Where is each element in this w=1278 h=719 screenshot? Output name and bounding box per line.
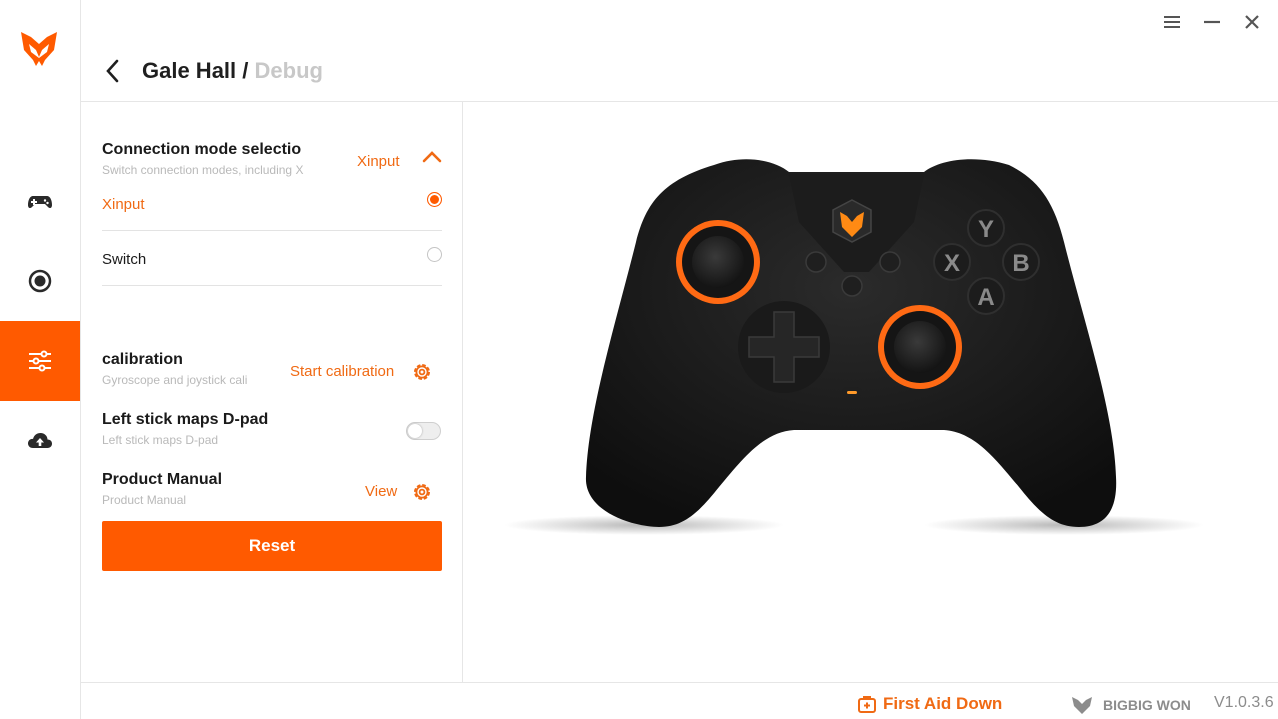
manual-settings-button[interactable] [411,481,433,503]
gear-icon [414,364,430,380]
app-logo-icon [18,28,60,70]
button-b-label: B [1012,250,1029,277]
option-xinput[interactable]: Xinput [102,176,442,231]
collapse-button[interactable] [420,149,444,165]
brand-logo-icon [1072,697,1092,714]
left-stick-subtitle: Left stick maps D-pad [102,433,219,447]
sliders-icon [29,350,51,372]
share-button [841,275,863,297]
option-switch-label: Switch [102,251,147,268]
left-stick-title: Left stick maps D-pad [102,411,269,428]
option-switch[interactable]: Switch [102,231,442,286]
first-aid-label: First Aid Down [883,694,1003,713]
calibration-settings-button[interactable] [411,361,433,383]
nav-controller[interactable] [0,162,80,242]
gear-icon [414,484,430,500]
toggle-knob [408,424,422,438]
breadcrumb-current: Debug [254,58,323,83]
option-xinput-label: Xinput [102,196,145,213]
manual-subtitle: Product Manual [102,493,187,507]
button-x-label: X [944,250,960,277]
cloud-upload-icon [28,433,52,448]
reset-button[interactable]: Reset [102,521,442,571]
page-header: Gale Hall / Debug [81,40,1278,102]
calibration-subtitle: Gyroscope and joystick cali [102,373,248,387]
first-aid-icon [858,696,876,713]
chevron-left-icon [106,59,119,83]
start-calibration-link[interactable]: Start calibration [290,363,394,380]
close-button[interactable] [1240,10,1264,34]
menu-icon [1164,16,1180,28]
version-label: V1.0.3.6 [1214,694,1274,711]
minimize-button[interactable] [1200,10,1224,34]
page-title: Gale Hall [142,58,237,83]
first-aid-link[interactable]: First Aid Down [857,694,1002,714]
connection-mode-value[interactable]: Xinput [357,153,400,170]
brand-mark: BIGBIG WON [1071,695,1191,715]
right-stick-cap [894,321,946,373]
button-y-label: Y [978,216,994,243]
connection-mode-title: Connection mode selectio [102,141,302,158]
left-stick-cap [692,236,744,288]
settings-panel: Connection mode selectio Switch connecti… [81,102,463,682]
close-icon [1245,15,1259,29]
radio-switch[interactable] [427,247,442,262]
view-button [805,251,827,273]
chevron-up-icon [422,151,442,163]
manual-title: Product Manual [102,471,223,488]
radio-xinput[interactable] [427,192,442,207]
target-icon [28,269,52,293]
breadcrumb-separator: / [242,58,249,83]
nav-settings[interactable] [0,321,80,401]
controller-image: Y X B A [504,159,1204,535]
left-stick-toggle[interactable] [406,422,441,440]
controller-stage: Y X B A [464,102,1278,682]
button-a-label: A [977,284,994,311]
brand-name: BIGBIG WON [1103,697,1191,713]
minimize-icon [1204,20,1220,24]
breadcrumb: Gale Hall / Debug [142,58,323,84]
view-manual-link[interactable]: View [365,483,397,500]
nav-target[interactable] [0,241,80,321]
menu-button[interactable] [1160,10,1184,34]
status-led [847,391,857,394]
connection-mode-subtitle: Switch connection modes, including X [102,163,304,177]
side-nav [0,0,81,719]
back-button[interactable] [101,56,125,86]
menu-small-button [879,251,901,273]
calibration-title: calibration [102,351,183,368]
controller-icon [28,196,52,209]
nav-firmware[interactable] [0,401,80,481]
status-bar: First Aid Down BIGBIG WON V1.0.3.6 [81,682,1278,719]
